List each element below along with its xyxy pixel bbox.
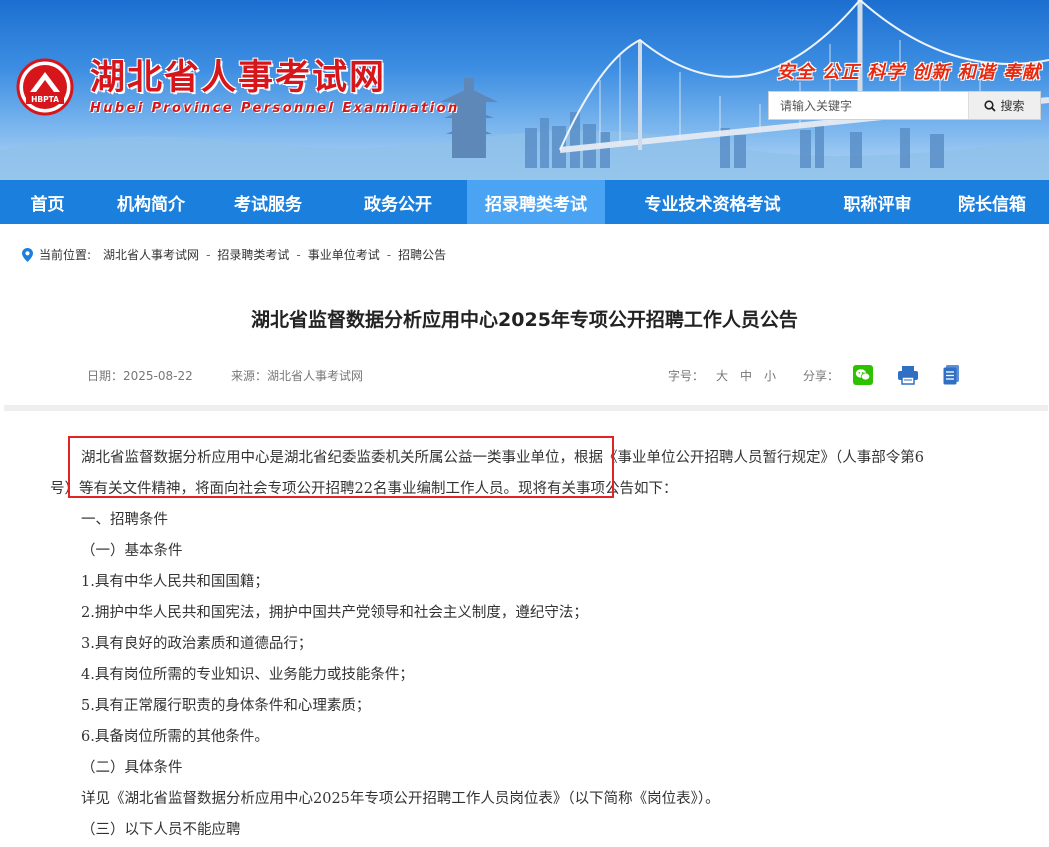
hbpta-logo-icon: HBPTA	[16, 58, 74, 116]
nav-item-recruitment-exam[interactable]: 招录聘类考试	[467, 180, 605, 224]
breadcrumb-separator: -	[386, 247, 392, 262]
share-label: 分享：	[803, 369, 840, 383]
list-item: 1.具有中华人民共和国国籍；	[81, 574, 269, 590]
search-box: 搜索	[768, 91, 1041, 120]
site-subtitle: Hubei Province Personnel Examination	[90, 101, 460, 116]
wechat-icon[interactable]	[853, 365, 873, 385]
search-button[interactable]: 搜索	[968, 92, 1040, 119]
section-heading: 一、招聘条件	[81, 512, 168, 528]
search-button-label: 搜索	[1000, 99, 1025, 113]
list-item: 3.具有良好的政治素质和道德品行；	[81, 636, 313, 652]
article-meta: 日期：2025-08-22 来源：湖北省人事考试网 字号： 大 中 小 分享：	[0, 363, 1049, 385]
article-divider	[4, 405, 1048, 411]
nav-item-title-review[interactable]: 职称评审	[820, 180, 935, 224]
location-pin-icon	[22, 247, 33, 262]
site-logo[interactable]: HBPTA	[16, 58, 74, 116]
nav-item-gov-affairs[interactable]: 政务公开	[329, 180, 467, 224]
breadcrumb: 当前位置: 湖北省人事考试网 - 招录聘类考试 - 事业单位考试 - 招聘公告	[22, 246, 446, 263]
search-icon	[984, 99, 997, 112]
nav-item-about[interactable]: 机构简介	[95, 180, 207, 224]
nav-item-professional-qualification[interactable]: 专业技术资格考试	[605, 180, 820, 224]
breadcrumb-item-recruitment[interactable]: 招录聘类考试	[217, 246, 289, 263]
font-size-small[interactable]: 小	[764, 367, 776, 384]
breadcrumb-label: 当前位置:	[39, 248, 92, 262]
nav-item-home[interactable]: 首页	[0, 180, 95, 224]
search-input[interactable]	[769, 92, 968, 119]
article-source: 来源：湖北省人事考试网	[231, 369, 364, 383]
nav-item-director-mailbox[interactable]: 院长信箱	[935, 180, 1049, 224]
breadcrumb-item-public-institution[interactable]: 事业单位考试	[308, 246, 380, 263]
bookmark-icon[interactable]	[943, 365, 960, 385]
list-item: 2.拥护中华人民共和国宪法，拥护中国共产党领导和社会主义制度，遵纪守法；	[81, 605, 588, 621]
list-item: 4.具有岗位所需的专业知识、业务能力或技能条件；	[81, 667, 414, 683]
font-size-large[interactable]: 大	[716, 367, 728, 384]
font-size-medium[interactable]: 中	[740, 367, 752, 384]
font-size-label: 字号：	[668, 369, 705, 383]
subsection-heading: （一）基本条件	[81, 543, 183, 559]
font-size-control: 字号： 大 中 小	[668, 367, 776, 384]
subsection-heading: （三）以下人员不能应聘	[81, 822, 241, 838]
breadcrumb-separator: -	[206, 247, 211, 262]
subsection-heading: （二）具体条件	[81, 760, 183, 776]
header-banner: HBPTA 湖北省人事考试网 Hubei Province Personnel …	[0, 0, 1049, 180]
main-nav: 首页 机构简介 考试服务 政务公开 招录聘类考试 专业技术资格考试 职称评审 院…	[0, 180, 1049, 224]
site-title: 湖北省人事考试网	[90, 58, 387, 98]
list-item: 6.具备岗位所需的其他条件。	[81, 729, 269, 745]
paragraph-line: 详见《湖北省监督数据分析应用中心2025年专项公开招聘工作人员岗位表》（以下简称…	[81, 791, 720, 807]
nav-item-exam-service[interactable]: 考试服务	[207, 180, 329, 224]
article-title: 湖北省监督数据分析应用中心2025年专项公开招聘工作人员公告	[251, 309, 798, 331]
breadcrumb-item-home[interactable]: 湖北省人事考试网	[103, 246, 199, 263]
article-date: 日期：2025-08-22	[87, 369, 193, 383]
svg-text:HBPTA: HBPTA	[31, 95, 59, 104]
print-icon[interactable]	[897, 365, 919, 385]
breadcrumb-item-announcement[interactable]: 招聘公告	[398, 246, 446, 263]
list-item: 5.具有正常履行职责的身体条件和心理素质；	[81, 698, 371, 714]
highlight-annotation-box	[68, 436, 614, 498]
site-slogan: 安全 公正 科学 创新 和谐 奉献	[776, 62, 1041, 83]
breadcrumb-separator: -	[296, 247, 301, 262]
